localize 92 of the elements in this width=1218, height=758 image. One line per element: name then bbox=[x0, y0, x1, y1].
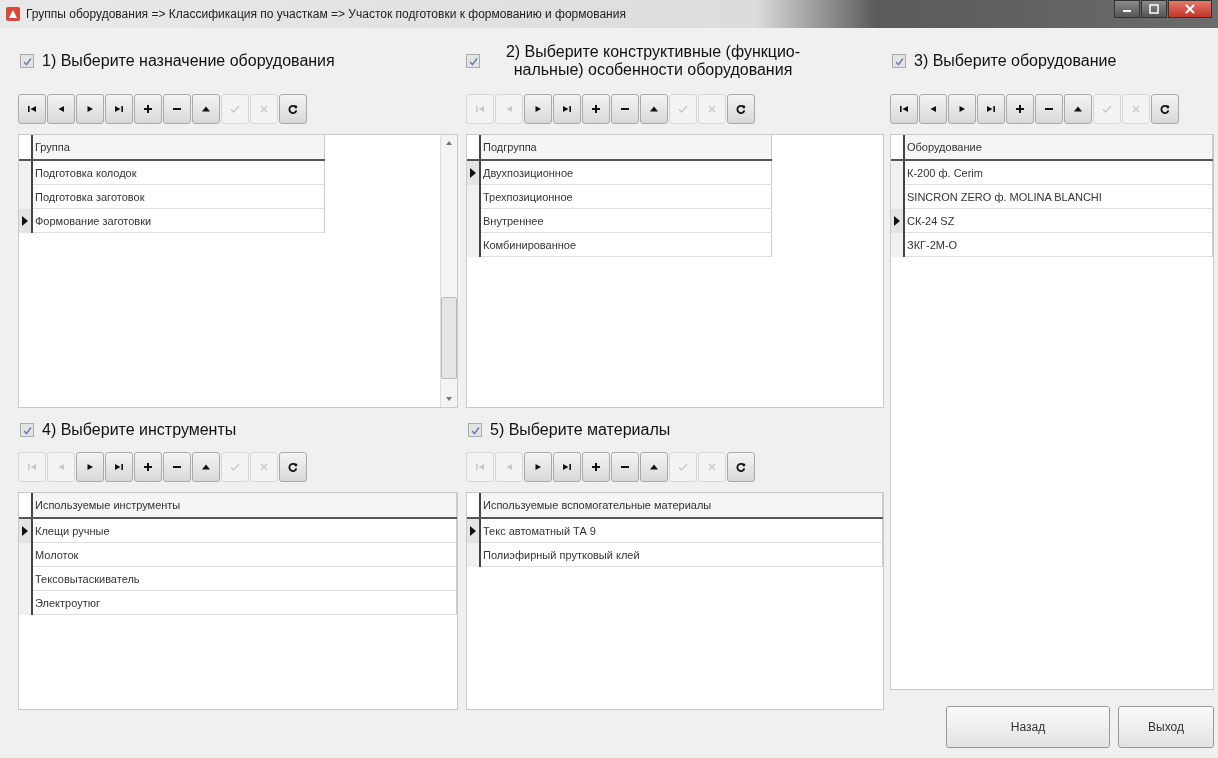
column-header[interactable]: Оборудование bbox=[905, 135, 1213, 159]
navigator-button[interactable] bbox=[582, 94, 610, 124]
scrollbar[interactable] bbox=[440, 135, 457, 407]
column-header[interactable]: Группа bbox=[33, 135, 325, 159]
checkbox[interactable] bbox=[892, 54, 906, 68]
column-header[interactable]: Подгруппа bbox=[481, 135, 772, 159]
navigator-button[interactable] bbox=[890, 94, 918, 124]
panel-title: 5) Выберите материалы bbox=[490, 420, 671, 440]
scrollbar-thumb[interactable] bbox=[441, 297, 457, 379]
refresh-icon bbox=[1159, 103, 1171, 115]
plus-icon bbox=[142, 103, 154, 115]
cross-icon bbox=[1130, 103, 1142, 115]
table-cell[interactable]: Молоток bbox=[33, 543, 457, 567]
table-cell[interactable]: Двухпозиционное bbox=[481, 161, 772, 185]
navigator-button[interactable] bbox=[105, 452, 133, 482]
first-record-icon bbox=[474, 461, 486, 473]
table-cell[interactable]: Подготовка колодок bbox=[33, 161, 325, 185]
check-icon bbox=[229, 461, 241, 473]
navigator-button[interactable] bbox=[18, 94, 46, 124]
scroll-down-icon bbox=[445, 395, 453, 403]
table-cell[interactable]: Текс автоматный ТА 9 bbox=[481, 519, 883, 543]
first-record-icon bbox=[898, 103, 910, 115]
refresh-icon bbox=[735, 461, 747, 473]
refresh-icon bbox=[735, 103, 747, 115]
last-record-icon bbox=[113, 461, 125, 473]
panel-title: 3) Выберите оборудование bbox=[914, 51, 1117, 71]
first-record-icon bbox=[26, 103, 38, 115]
table-cell[interactable]: Клещи ручные bbox=[33, 519, 457, 543]
scroll-up-icon bbox=[445, 139, 453, 147]
last-record-icon bbox=[561, 461, 573, 473]
table-cell[interactable]: Формование заготовки bbox=[33, 209, 325, 233]
first-record-icon bbox=[474, 103, 486, 115]
column-header[interactable]: Используемые инструменты bbox=[33, 493, 457, 517]
navigator-button[interactable] bbox=[553, 452, 581, 482]
plus-icon bbox=[590, 461, 602, 473]
plus-icon bbox=[590, 103, 602, 115]
navigator-button[interactable] bbox=[134, 452, 162, 482]
panel-title: 1) Выберите назначение оборудования bbox=[42, 51, 335, 71]
navigator-button[interactable] bbox=[279, 94, 307, 124]
checkbox[interactable] bbox=[466, 54, 480, 68]
plus-icon bbox=[1014, 103, 1026, 115]
navigator-button[interactable] bbox=[134, 94, 162, 124]
table-cell[interactable]: Тексовытаскиватель bbox=[33, 567, 457, 591]
table-cell[interactable]: Комбинированное bbox=[481, 233, 772, 257]
close-icon bbox=[1185, 4, 1195, 14]
maximize-icon bbox=[1149, 4, 1159, 14]
navigator-button[interactable] bbox=[105, 94, 133, 124]
cross-icon bbox=[258, 461, 270, 473]
last-record-icon bbox=[985, 103, 997, 115]
navigator-button[interactable] bbox=[727, 94, 755, 124]
window-title: Группы оборудования => Классификация по участкам => Участок подготовки к формованию и формования bbox=[26, 7, 626, 21]
navigator-button[interactable] bbox=[1006, 94, 1034, 124]
minimize-button[interactable] bbox=[1114, 0, 1140, 18]
check-icon bbox=[229, 103, 241, 115]
navigator-button[interactable] bbox=[1151, 94, 1179, 124]
maximize-button[interactable] bbox=[1141, 0, 1167, 18]
close-button[interactable] bbox=[1168, 0, 1212, 18]
panel-title: 4) Выберите инструменты bbox=[42, 420, 237, 440]
checkbox[interactable] bbox=[20, 423, 34, 437]
action-button[interactable]: Назад bbox=[946, 706, 1110, 748]
navigator-button[interactable] bbox=[553, 94, 581, 124]
cross-icon bbox=[706, 461, 718, 473]
first-record-icon bbox=[26, 461, 38, 473]
check-icon bbox=[677, 103, 689, 115]
app-icon bbox=[6, 7, 20, 21]
table-cell[interactable]: SINCRON ZERO ф. MOLINA BLANCHI bbox=[905, 185, 1213, 209]
table-cell[interactable]: Электроутюг bbox=[33, 591, 457, 615]
navigator-button[interactable] bbox=[727, 452, 755, 482]
cross-icon bbox=[258, 103, 270, 115]
cross-icon bbox=[706, 103, 718, 115]
navigator-button[interactable] bbox=[279, 452, 307, 482]
check-icon bbox=[1101, 103, 1113, 115]
plus-icon bbox=[142, 461, 154, 473]
table-cell[interactable]: Полиэфирный прутковый клей bbox=[481, 543, 883, 567]
last-record-icon bbox=[113, 103, 125, 115]
table-cell[interactable]: Внутреннее bbox=[481, 209, 772, 233]
checkbox[interactable] bbox=[20, 54, 34, 68]
last-record-icon bbox=[561, 103, 573, 115]
navigator-button[interactable] bbox=[582, 452, 610, 482]
refresh-icon bbox=[287, 461, 299, 473]
action-button[interactable]: Выход bbox=[1118, 706, 1214, 748]
table-cell[interactable]: К-200 ф. Cerim bbox=[905, 161, 1213, 185]
table-cell[interactable]: Подготовка заготовок bbox=[33, 185, 325, 209]
check-icon bbox=[677, 461, 689, 473]
table-cell[interactable]: Трехпозиционное bbox=[481, 185, 772, 209]
panel-title: 2) Выберите конструктивные (функцио-нальные) особенности оборудования bbox=[504, 42, 802, 80]
table-cell[interactable]: СК-24 SZ bbox=[905, 209, 1213, 233]
checkbox[interactable] bbox=[468, 423, 482, 437]
navigator-button[interactable] bbox=[977, 94, 1005, 124]
table-cell[interactable]: ЗКГ-2М-О bbox=[905, 233, 1213, 257]
refresh-icon bbox=[287, 103, 299, 115]
column-header[interactable]: Используемые вспомогательные материалы bbox=[481, 493, 883, 517]
